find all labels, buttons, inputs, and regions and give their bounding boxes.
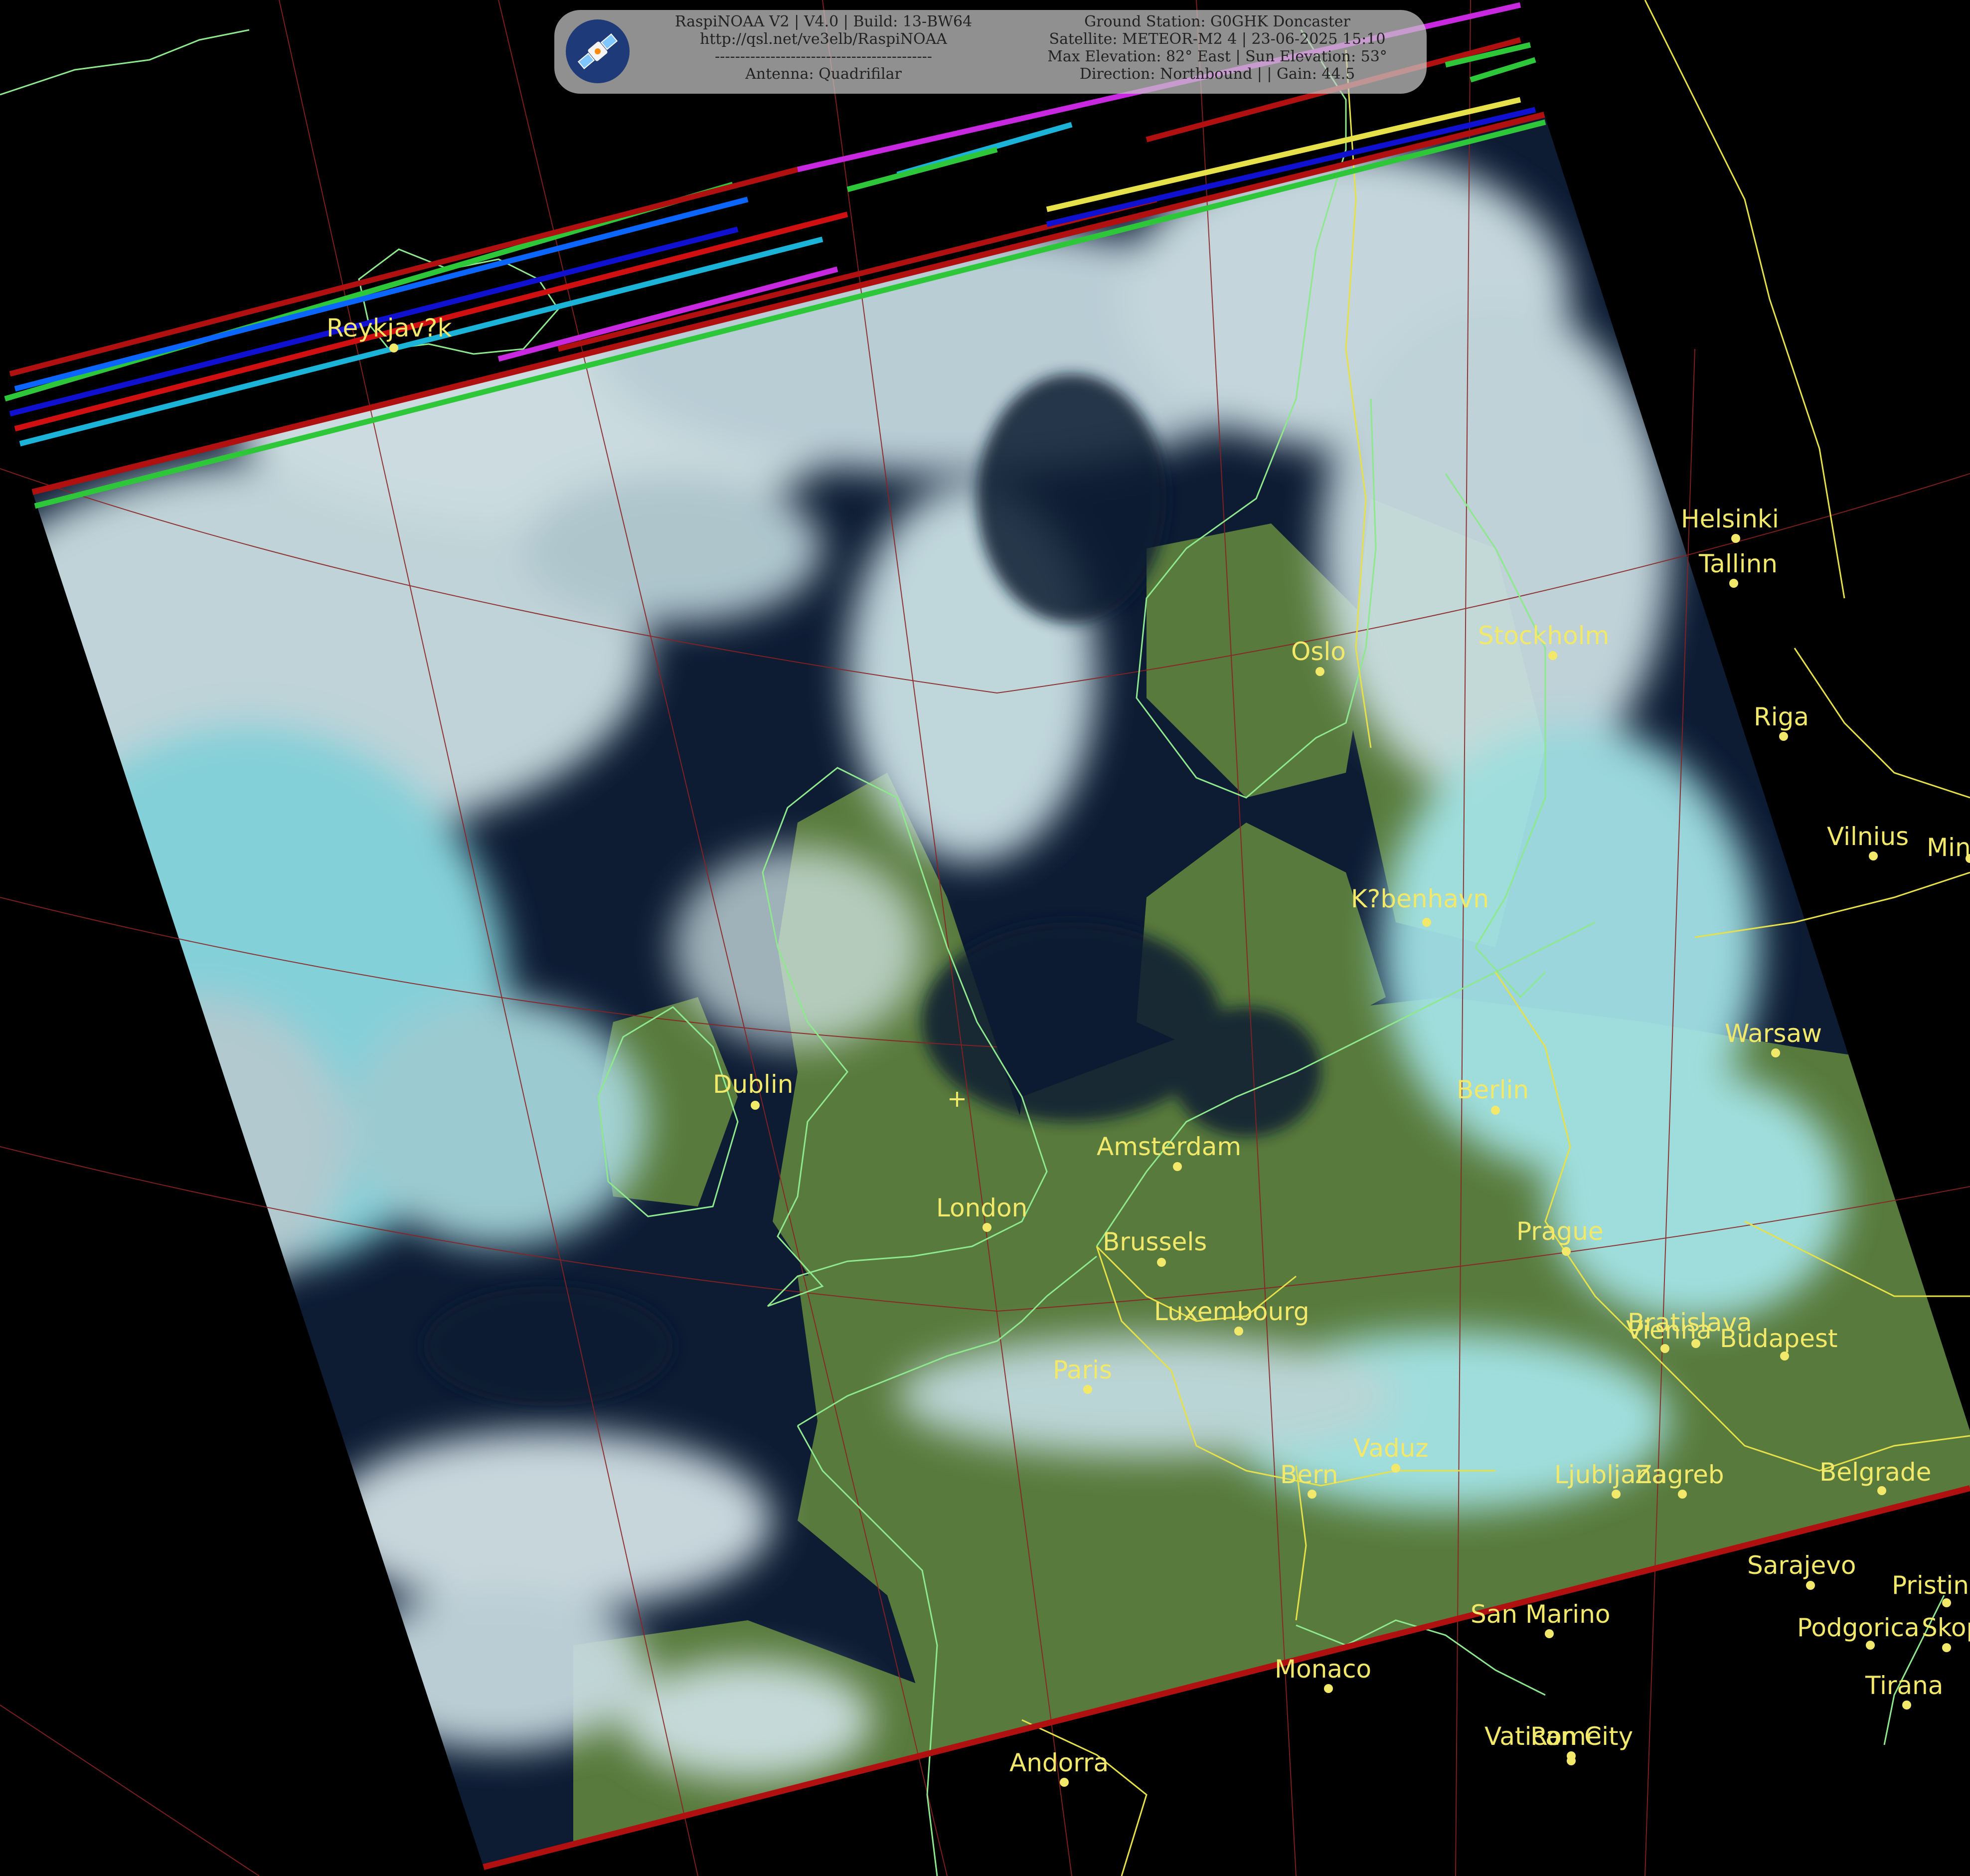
city-dot-reykjav-k — [389, 343, 398, 352]
city-label-pristina: Pristina — [1892, 1571, 1970, 1600]
city-label-vilnius: Vilnius — [1827, 822, 1909, 851]
city-dot-skopje — [1942, 1643, 1951, 1652]
city-label-dublin: Dublin — [713, 1070, 793, 1099]
city-dot-brussels — [1157, 1258, 1166, 1267]
city-label-amsterdam: Amsterdam — [1097, 1132, 1241, 1161]
city-dot-zagreb — [1678, 1490, 1687, 1499]
city-label-reykjav-k: Reykjav?k — [327, 314, 452, 342]
city-label-zagreb: Zagreb — [1635, 1460, 1724, 1489]
city-label-tallinn: Tallinn — [1698, 549, 1778, 578]
city-dot-riga — [1779, 732, 1788, 741]
city-label-prague: Prague — [1516, 1217, 1604, 1246]
city-dot-oslo — [1315, 667, 1324, 676]
software-url: http://qsl.net/ve3elb/RaspiNOAA — [700, 30, 947, 48]
city-dot-ljubljana — [1612, 1490, 1621, 1499]
satellite-map: Reykjav?k Helsinki Tallinn Oslo Stockholm Rig… — [0, 0, 1970, 1876]
city-label-riga: Riga — [1754, 702, 1809, 731]
city-label-warsaw: Warsaw — [1725, 1019, 1822, 1048]
city-label-oslo: Oslo — [1291, 637, 1346, 666]
elevation-info: Max Elevation: 82° East | Sun Elevation:… — [1047, 48, 1387, 65]
city-dot-helsinki — [1731, 534, 1740, 543]
city-dot-vienna — [1660, 1344, 1669, 1353]
city-dot-andorra — [1060, 1778, 1069, 1787]
city-label-helsinki: Helsinki — [1681, 505, 1779, 533]
city-dot-london — [983, 1223, 991, 1232]
pass-info-header: RaspiNOAA V2 | V4.0 | Build: 13-BW64 htt… — [554, 10, 1427, 94]
pass-info: Ground Station: G0GHK Doncaster Satellit… — [1013, 13, 1422, 83]
city-dot-dublin — [751, 1101, 760, 1110]
city-dot-belgrade — [1877, 1486, 1886, 1495]
city-dot-sarajevo — [1806, 1581, 1815, 1590]
city-label-skopje: Skopje — [1922, 1613, 1970, 1642]
city-label-paris: Paris — [1053, 1356, 1112, 1384]
city-label-belgrade: Belgrade — [1819, 1458, 1931, 1487]
ground-station: Ground Station: G0GHK Doncaster — [1084, 13, 1350, 30]
city-dot-prague — [1562, 1247, 1571, 1256]
antenna-info: Antenna: Quadrifilar — [745, 65, 902, 83]
city-dot-vilnius — [1869, 852, 1878, 860]
city-label-monaco: Monaco — [1275, 1655, 1371, 1684]
city-label-andorra: Andorra — [1009, 1748, 1109, 1777]
city-dot-tirana — [1902, 1701, 1911, 1709]
city-label-sarajevo: Sarajevo — [1747, 1551, 1856, 1580]
city-dot-paris — [1083, 1385, 1092, 1394]
city-label-min: Min — [1927, 833, 1970, 862]
city-label-san-marino: San Marino — [1471, 1600, 1610, 1629]
city-label-k-benhavn: K?benhavn — [1351, 884, 1489, 913]
city-label-tirana: Tirana — [1865, 1671, 1943, 1700]
city-dot-vaduz — [1391, 1464, 1400, 1473]
divider-text: ----------------------------------------… — [715, 48, 932, 65]
city-label-stockholm: Stockholm — [1478, 621, 1609, 650]
city-dot-bern — [1308, 1490, 1316, 1499]
city-label-podgorica: Podgorica — [1797, 1613, 1920, 1642]
city-dot-amsterdam — [1173, 1162, 1182, 1171]
city-label-luxembourg: Luxembourg — [1154, 1297, 1310, 1326]
city-label-vaduz: Vaduz — [1353, 1434, 1429, 1463]
city-label-brussels: Brussels — [1103, 1227, 1207, 1256]
city-dot-berlin — [1491, 1106, 1500, 1115]
city-label-budapest: Budapest — [1720, 1324, 1838, 1353]
satellite-icon — [566, 19, 630, 83]
city-label-vienna: Vienna — [1626, 1316, 1712, 1345]
city-label-london: London — [936, 1194, 1027, 1222]
software-version: RaspiNOAA V2 | V4.0 | Build: 13-BW64 — [674, 13, 973, 30]
city-dot-san-marino — [1545, 1629, 1554, 1638]
city-dot-monaco — [1324, 1684, 1333, 1693]
direction-info: Direction: Northbound | | Gain: 44.5 — [1079, 65, 1355, 83]
city-label-berlin: Berlin — [1457, 1075, 1529, 1104]
city-dot-rome — [1567, 1756, 1576, 1765]
city-dot-warsaw — [1771, 1048, 1780, 1057]
city-dot-stockholm — [1548, 651, 1557, 660]
satellite-info: Satellite: METEOR-M2 4 | 23-06-2025 15:1… — [1049, 30, 1386, 48]
software-info: RaspiNOAA V2 | V4.0 | Build: 13-BW64 htt… — [634, 13, 1013, 83]
city-label-bern: Bern — [1280, 1460, 1338, 1489]
city-dot-k-benhavn — [1422, 918, 1431, 927]
city-dot-luxembourg — [1234, 1327, 1243, 1336]
city-dot-tallinn — [1729, 579, 1738, 588]
city-label-rome: Rome — [1530, 1722, 1602, 1751]
